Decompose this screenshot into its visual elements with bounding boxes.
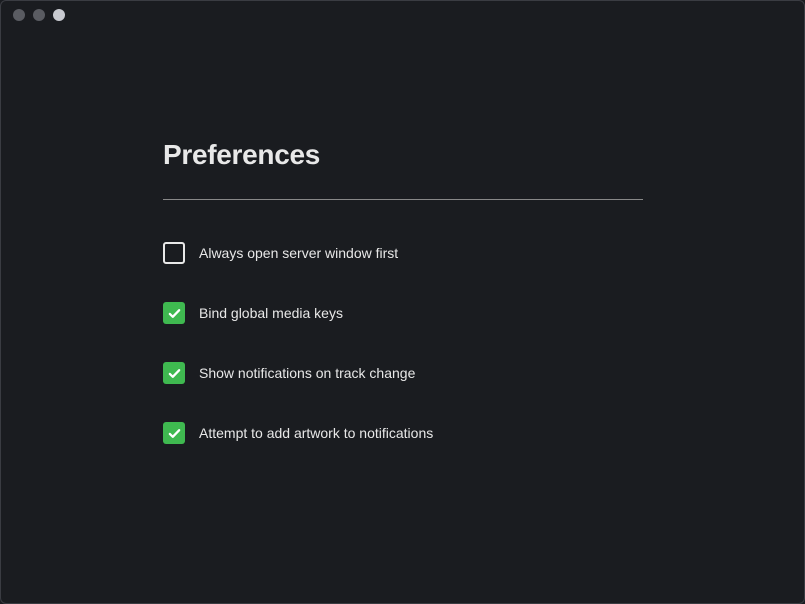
option-artwork-notifications: Attempt to add artwork to notifications	[163, 422, 643, 444]
checkbox-show-notifications[interactable]	[163, 362, 185, 384]
option-show-notifications: Show notifications on track change	[163, 362, 643, 384]
option-label: Attempt to add artwork to notifications	[199, 425, 433, 441]
option-bind-media-keys: Bind global media keys	[163, 302, 643, 324]
option-open-server-first: Always open server window first	[163, 242, 643, 264]
divider	[163, 199, 643, 200]
page-title: Preferences	[163, 139, 643, 171]
checkmark-icon	[167, 306, 182, 321]
window-maximize-button[interactable]	[53, 9, 65, 21]
checkbox-open-server-first[interactable]	[163, 242, 185, 264]
checkbox-artwork-notifications[interactable]	[163, 422, 185, 444]
checkbox-bind-media-keys[interactable]	[163, 302, 185, 324]
option-label: Show notifications on track change	[199, 365, 415, 381]
checkmark-icon	[167, 366, 182, 381]
window-close-button[interactable]	[13, 9, 25, 21]
option-label: Always open server window first	[199, 245, 398, 261]
checkmark-icon	[167, 426, 182, 441]
preferences-panel: Preferences Always open server window fi…	[1, 29, 643, 444]
window-minimize-button[interactable]	[33, 9, 45, 21]
window-titlebar	[1, 1, 804, 29]
option-label: Bind global media keys	[199, 305, 343, 321]
